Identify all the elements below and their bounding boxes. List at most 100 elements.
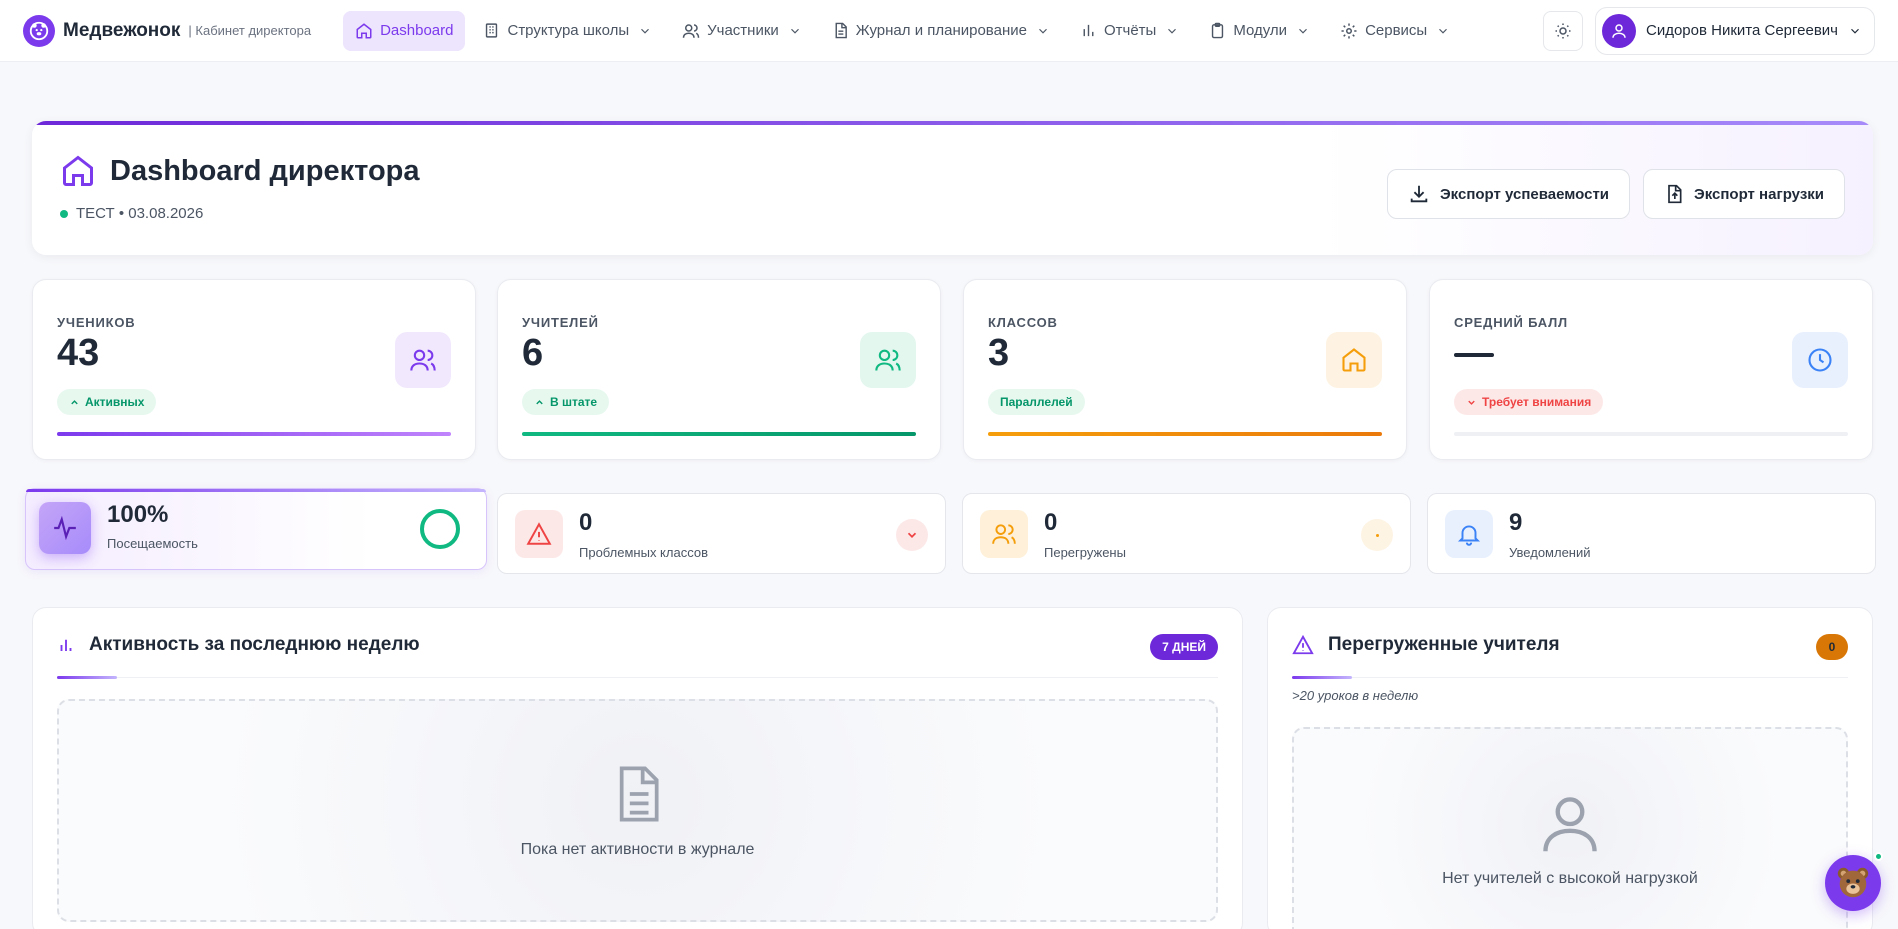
export-load-button[interactable]: Экспорт нагрузки [1643,169,1845,219]
panel-header: Перегруженные учителя [1292,634,1560,656]
download-icon [1410,185,1428,203]
assistant-chat-button[interactable] [1825,855,1881,911]
nav-item-journal[interactable]: Журнал и планирование [820,11,1062,51]
title-underline [57,676,117,679]
mini-label: Перегружены [1044,545,1126,560]
stat-card-classes[interactable]: КЛАССОВ 3 Параллелей [963,279,1407,460]
status-badge: Активных [57,389,157,415]
overloaded-teachers-panel: Перегруженные учителя 0 >20 уроков в нед… [1267,607,1873,929]
stat-card-average-grade[interactable]: СРЕДНИЙ БАЛЛ Требует внимания [1429,279,1873,460]
bar-chart-icon [1083,24,1094,37]
nav-item-services[interactable]: Сервисы [1328,11,1462,51]
stat-label: КЛАССОВ [988,315,1058,330]
page-title-row: Dashboard директора [60,153,420,189]
page-status: ТЕСТ • 03.08.2026 [60,205,203,222]
panel-title: Активность за последнюю неделю [89,634,420,655]
expand-button[interactable] [896,519,928,551]
building-icon [486,23,498,38]
nav-item-label: Структура школы [507,22,630,39]
dashboard-header-card: Dashboard директора ТЕСТ • 03.08.2026 Эк… [32,121,1873,255]
export-grades-button[interactable]: Экспорт успеваемости [1387,169,1631,219]
chevron-down-icon [1851,28,1859,34]
stat-value: 6 [522,332,544,374]
sun-icon [1555,23,1571,38]
nav-item-participants[interactable]: Участники [670,11,814,51]
empty-state: Пока нет активности в журнале [57,699,1218,922]
nav-item-label: Участники [707,22,779,39]
indicator-dot [1361,519,1393,551]
panel-title: Перегруженные учителя [1328,634,1560,655]
badge-label: Требует внимания [1482,395,1592,409]
user-menu-button[interactable]: Сидоров Никита Сергеевич [1595,6,1875,55]
online-indicator [1874,852,1883,861]
chevron-down-icon [790,28,799,34]
users-icon [682,23,700,38]
badge-label: Активных [85,395,145,409]
chevron-down-icon [1299,28,1307,34]
mini-card-notifications[interactable]: 9 Уведомлений [1427,493,1876,574]
chevron-down-icon [1468,400,1475,405]
nav-item-label: Отчёты [1103,22,1157,39]
nav-item-label: Сервисы [1365,22,1428,39]
empty-value-dash [1454,353,1494,357]
user-name: Сидоров Никита Сергеевич [1646,22,1838,39]
mini-value: 0 [1044,509,1058,536]
document-icon [835,22,847,39]
chevron-down-icon [1439,28,1448,34]
clipboard-icon [1212,22,1224,39]
user-icon [1612,23,1626,38]
activity-panel: Активность за последнюю неделю 7 ДНЕЙ По… [32,607,1243,929]
count-badge: 0 [1816,634,1848,660]
mini-value: 0 [579,509,593,536]
stat-card-teachers[interactable]: УЧИТЕЛЕЙ 6 В штате [497,279,941,460]
stat-card-students[interactable]: УЧЕНИКОВ 43 Активных [32,279,476,460]
divider [1292,677,1848,678]
file-upload-icon [1668,184,1682,204]
status-badge: Требует внимания [1454,389,1604,415]
chevron-up-icon [71,399,78,404]
empty-state-text: Нет учителей с высокой нагрузкой [1442,870,1698,887]
theme-toggle-button[interactable] [1543,10,1583,51]
bar-chart-icon [60,639,72,651]
status-badge: В штате [522,389,610,415]
threshold-note: >20 уроков в неделю [1292,688,1419,703]
home-icon [63,155,93,186]
gear-icon [1341,23,1357,38]
nav-item-reports[interactable]: Отчёты [1068,11,1191,51]
mini-label: Проблемных классов [579,545,708,560]
mini-card-overloaded[interactable]: 0 Перегружены [962,493,1411,574]
bear-icon [1837,867,1869,898]
status-dot [60,209,68,218]
nav-item-label: Модули [1233,22,1288,39]
mini-label: Посещаемость [107,536,198,551]
mini-value: 100% [107,501,169,528]
user-icon [1543,797,1597,852]
nav-menu: Dashboard Структура школы Участники Журн… [343,10,1462,51]
status-badge: Параллелей [988,389,1085,415]
nav-item-label: Журнал и планирование [855,22,1027,39]
nav-item-modules[interactable]: Модули [1197,11,1322,51]
document-icon [619,765,659,822]
users-icon [395,332,451,388]
top-navigation: Медвежонок | Кабинет директора Dashboard… [0,0,1898,62]
badge-label: Параллелей [1000,395,1073,409]
nav-item-school-structure[interactable]: Структура школы [471,11,664,51]
page-title: Dashboard директора [110,154,420,187]
users-icon [860,332,916,388]
brand[interactable]: Медвежонок | Кабинет директора [23,14,312,47]
chevron-down-icon [641,28,650,34]
status-text: ТЕСТ • 03.08.2026 [76,205,204,222]
bell-icon [1445,510,1493,558]
brand-subtitle: | Кабинет директора [188,23,312,38]
avatar [1602,13,1636,48]
empty-state: Нет учителей с высокой нагрузкой [1292,727,1848,929]
mini-card-problem-classes[interactable]: 0 Проблемных классов [497,493,946,574]
title-underline [1292,676,1352,679]
warning-icon [1292,634,1314,655]
period-badge[interactable]: 7 ДНЕЙ [1150,634,1218,660]
mini-card-attendance[interactable]: 100% Посещаемость [25,488,487,570]
stat-value: 43 [57,332,100,374]
chevron-down-icon [896,519,928,551]
chevron-down-icon [1039,28,1047,34]
nav-item-dashboard[interactable]: Dashboard [343,10,466,51]
